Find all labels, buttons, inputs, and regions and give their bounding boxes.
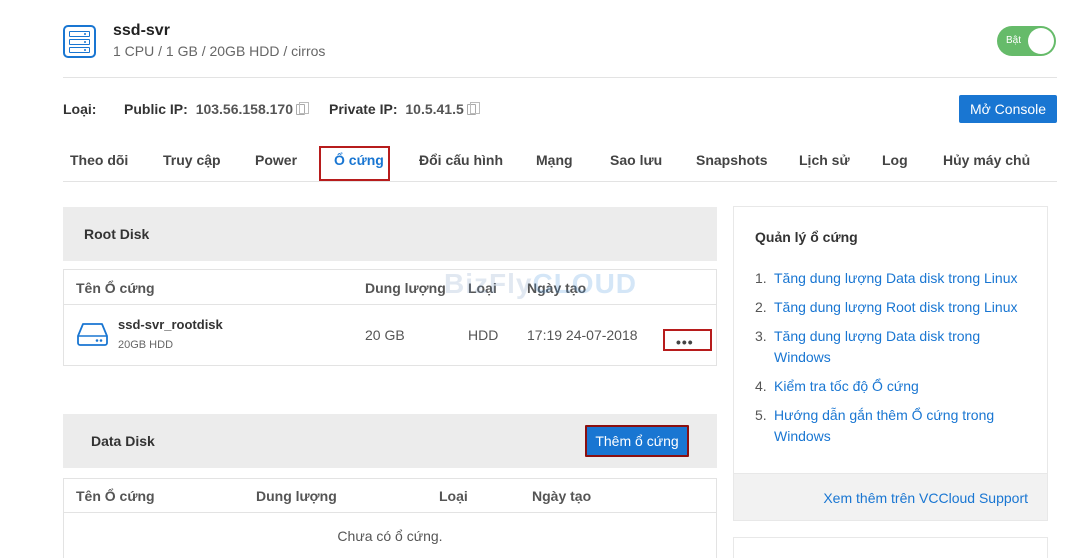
col-disk-name: Tên Ổ cứng: [76, 488, 155, 504]
list-item: 5. Hướng dẫn gắn thêm Ổ cứng trong Window…: [755, 407, 995, 444]
help-link[interactable]: Hướng dẫn gắn thêm Ổ cứng trong Windows: [774, 407, 994, 444]
private-ip-value: 10.5.41.5: [405, 101, 464, 117]
disk-management-panel: Quản lý ổ cứng 1. Tăng dung lượng Data di…: [733, 206, 1048, 474]
disk-actions-menu-button[interactable]: •••: [663, 329, 712, 351]
server-spec: 1 CPU / 1 GB / 20GB HDD / cirros: [113, 43, 326, 59]
list-item: 4. Kiểm tra tốc độ Ổ cứng: [755, 378, 919, 394]
power-toggle[interactable]: Bật: [997, 26, 1056, 56]
data-disk-header: Data Disk Thêm ổ cứng: [63, 414, 717, 468]
help-links-list: 1. Tăng dung lượng Data disk trong Linux …: [755, 268, 1035, 455]
next-panel: [733, 537, 1048, 558]
data-disk-title: Data Disk: [91, 433, 155, 449]
public-ip: Public IP: 103.56.158.170: [124, 101, 310, 117]
empty-state-text: Chưa có ổ cứng.: [337, 528, 443, 544]
col-type: Loại: [439, 488, 468, 504]
list-item: 3. Tăng dung lượng Data disk trong Window…: [755, 328, 981, 365]
public-ip-label: Public IP:: [124, 101, 188, 117]
open-console-button[interactable]: Mở Console: [959, 95, 1057, 123]
disk-name: ssd-svr_rootdisk: [118, 317, 223, 332]
disk-management-title: Quản lý ổ cứng: [755, 229, 858, 245]
disk-created: 17:19 24-07-2018: [527, 327, 638, 343]
root-disk-title: Root Disk: [84, 226, 150, 242]
disk-type: HDD: [468, 327, 499, 343]
help-link[interactable]: Tăng dung lượng Data disk trong Windows: [774, 328, 980, 365]
col-size: Dung lượng: [365, 280, 446, 296]
data-disk-table: Tên Ổ cứng Dung lượng Loại Ngày tạo Chưa…: [63, 478, 717, 558]
private-ip-label: Private IP:: [329, 101, 398, 117]
add-disk-button[interactable]: Thêm ổ cứng: [585, 425, 689, 457]
toggle-knob: [1028, 28, 1054, 54]
help-link[interactable]: Kiểm tra tốc độ Ổ cứng: [774, 378, 919, 394]
active-tab-highlight: [319, 146, 390, 181]
list-item: 2. Tăng dung lượng Root disk trong Linux: [755, 299, 1018, 315]
hard-disk-icon: [77, 323, 108, 346]
col-created: Ngày tạo: [532, 488, 592, 504]
server-name: ssd-svr: [113, 22, 170, 39]
support-footer: Xem thêm trên VCCloud Support: [733, 474, 1048, 521]
tab-backup[interactable]: Sao lưu: [610, 152, 662, 168]
disk-size: 20 GB: [365, 327, 405, 343]
list-item: 1. Tăng dung lượng Data disk trong Linux: [755, 270, 1018, 286]
tab-bar: Theo dõi Truy cập Power Ổ cứng Đổi cấu h…: [63, 140, 1057, 182]
root-disk-header: Root Disk: [63, 207, 717, 261]
help-link[interactable]: Tăng dung lượng Data disk trong Linux: [774, 270, 1017, 286]
tab-network[interactable]: Mạng: [536, 152, 573, 168]
tab-history[interactable]: Lịch sử: [799, 152, 850, 168]
copy-icon[interactable]: [466, 102, 480, 115]
type-label: Loại:: [63, 101, 97, 117]
root-disk-table: Tên Ổ cứng Dung lượng Loại Ngày tạo ssd-…: [63, 269, 717, 366]
vccloud-support-link[interactable]: Xem thêm trên VCCloud Support: [823, 490, 1028, 506]
help-link[interactable]: Tăng dung lượng Root disk trong Linux: [774, 299, 1017, 315]
header-separator: [64, 512, 716, 513]
table-row: ssd-svr_rootdisk 20GB HDD 20 GB HDD 17:1…: [64, 304, 716, 366]
tab-power[interactable]: Power: [255, 152, 297, 168]
col-created: Ngày tạo: [527, 280, 587, 296]
private-ip: Private IP: 10.5.41.5: [329, 101, 480, 117]
server-icon: [63, 25, 96, 58]
tab-monitoring[interactable]: Theo dõi: [70, 152, 128, 168]
public-ip-value: 103.56.158.170: [195, 101, 294, 117]
tab-snapshots[interactable]: Snapshots: [696, 152, 768, 168]
tab-resize[interactable]: Đổi cấu hình: [419, 152, 503, 168]
col-size: Dung lượng: [256, 488, 337, 504]
header-divider: [63, 77, 1057, 78]
tab-log[interactable]: Log: [882, 152, 908, 168]
col-disk-name: Tên Ổ cứng: [76, 280, 155, 296]
tab-access[interactable]: Truy cập: [163, 152, 221, 168]
col-type: Loại: [468, 280, 497, 296]
more-icon: •••: [676, 334, 694, 350]
power-toggle-label: Bật: [1006, 35, 1022, 46]
tab-delete-server[interactable]: Hủy máy chủ: [943, 152, 1030, 168]
disk-subtitle: 20GB HDD: [118, 339, 174, 351]
copy-icon[interactable]: [296, 102, 310, 115]
